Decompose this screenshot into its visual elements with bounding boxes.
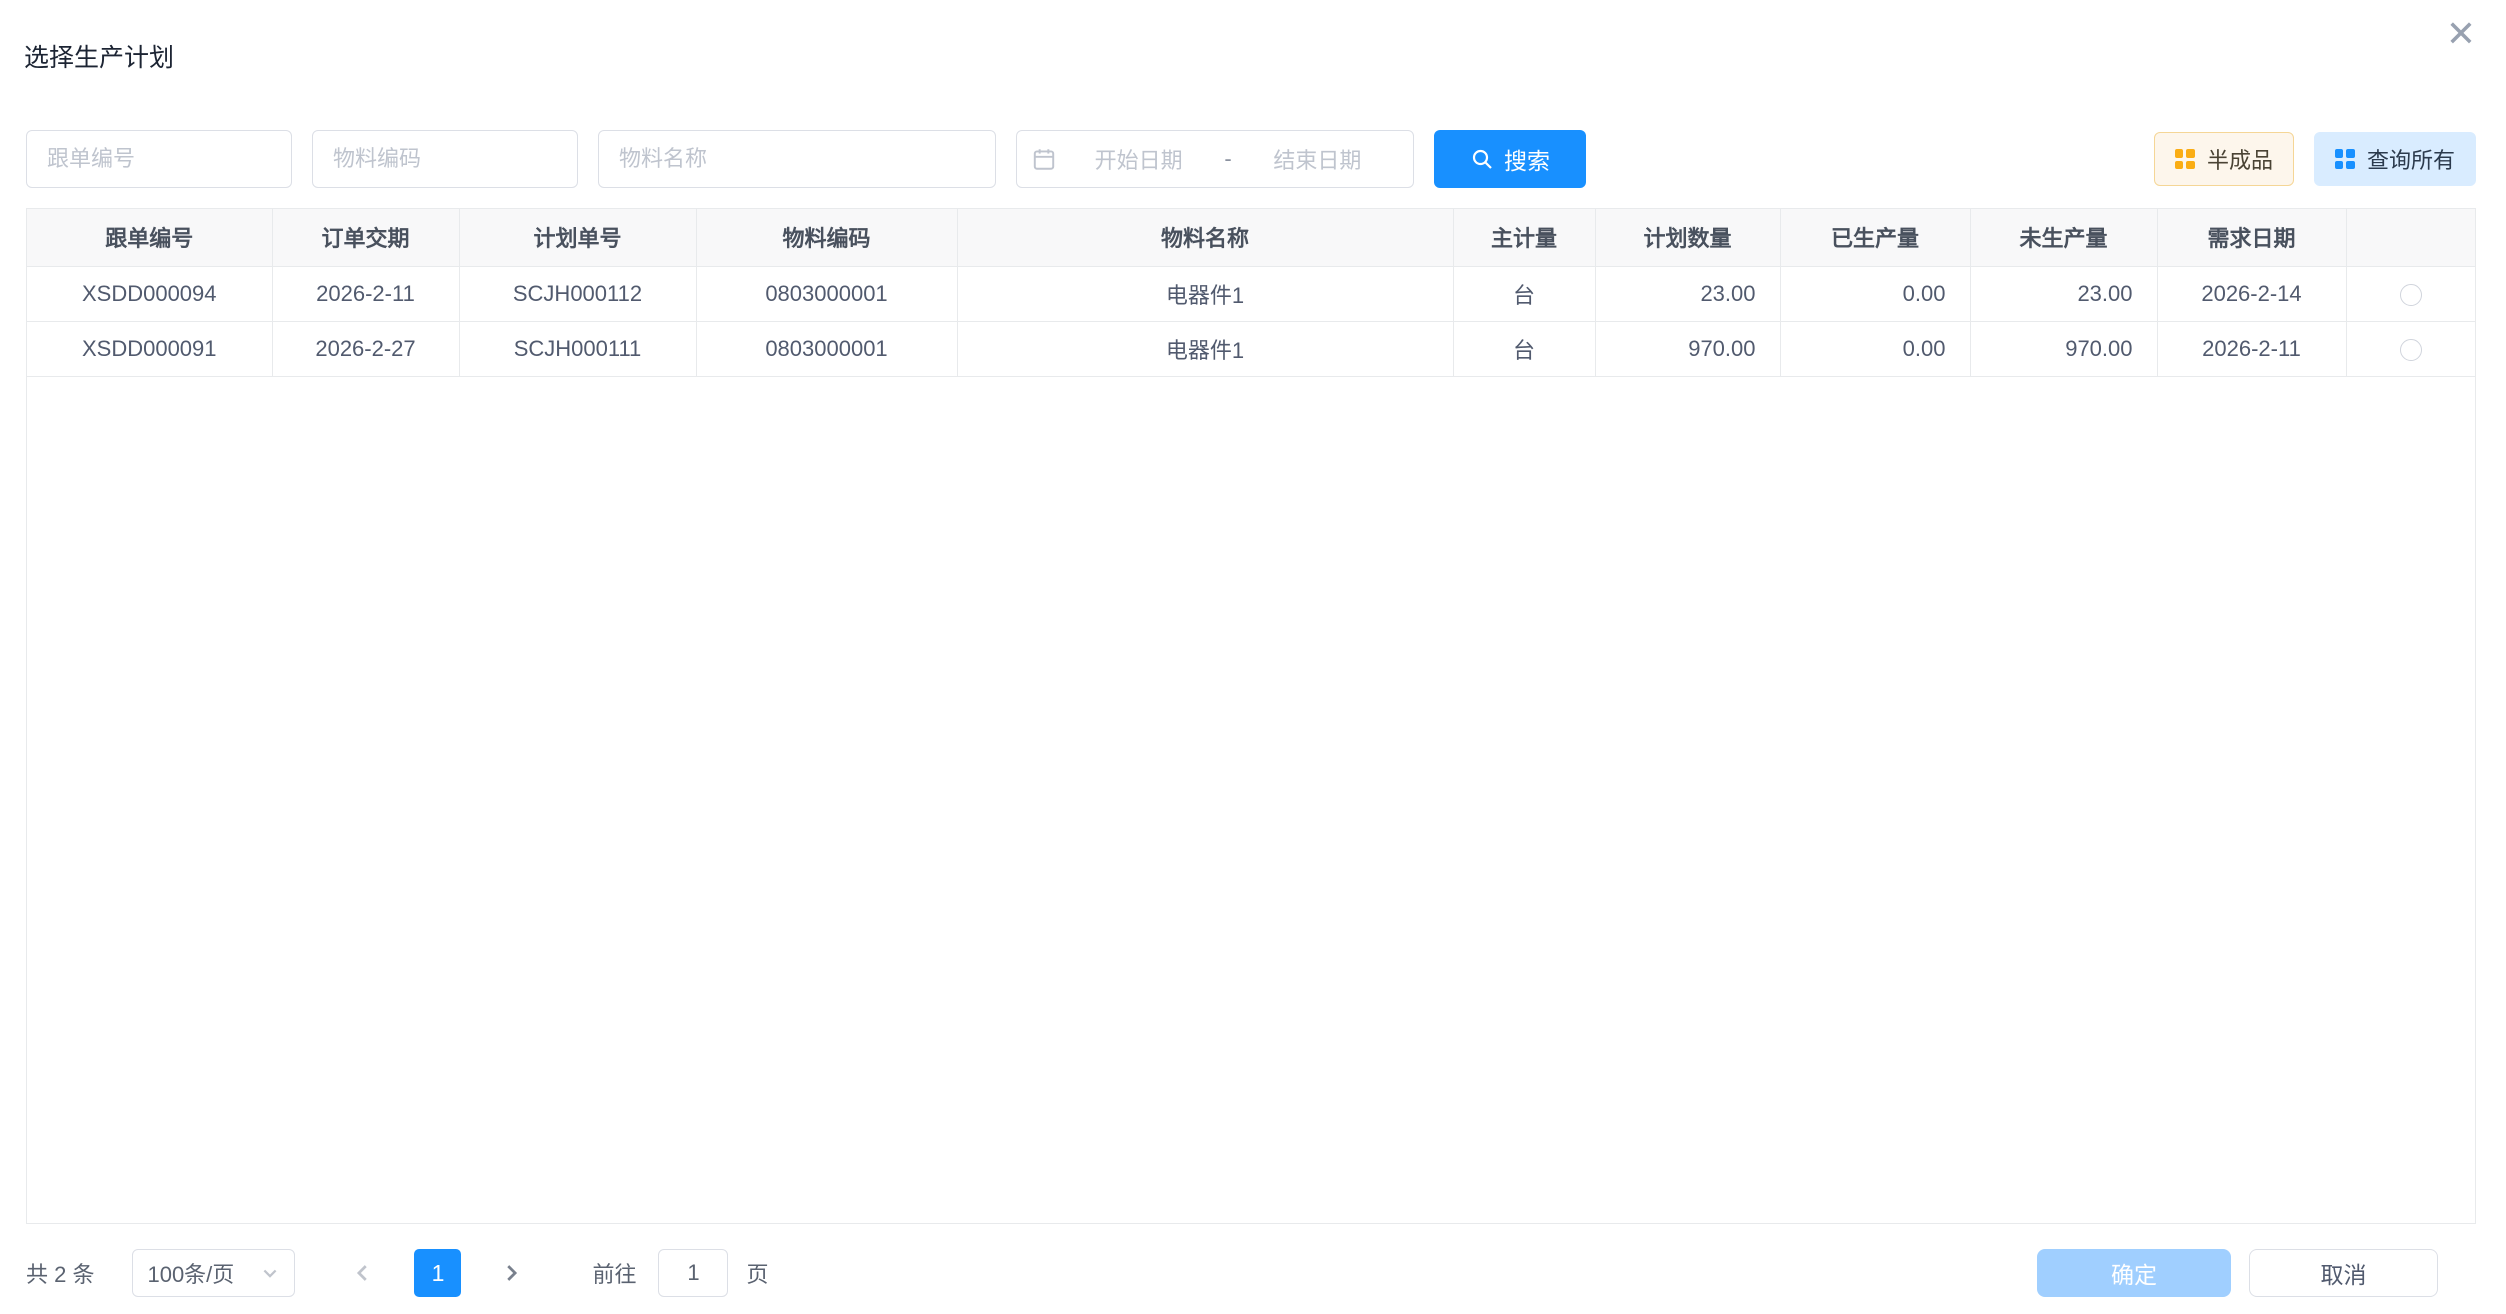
cell-order-no: XSDD000091 [27, 321, 272, 376]
col-header-delivery-date: 订单交期 [272, 209, 459, 266]
page-unit-label: 页 [746, 1257, 768, 1289]
search-icon [1470, 147, 1494, 171]
cell-unit: 台 [1453, 266, 1595, 321]
calendar-icon [1031, 146, 1057, 172]
page-size-select[interactable]: 100条/页 [132, 1249, 295, 1297]
production-plan-table: 跟单编号 订单交期 计划单号 物料编码 物料名称 主计量 计划数量 已生产量 未… [26, 208, 2476, 1224]
cell-material-code: 0803000001 [696, 266, 957, 321]
chevron-left-icon [352, 1262, 374, 1284]
col-header-plan-qty: 计划数量 [1595, 209, 1780, 266]
close-icon[interactable]: ✕ [2446, 16, 2476, 52]
query-all-label: 查询所有 [2367, 143, 2455, 175]
cell-unproduced-qty: 970.00 [1970, 321, 2157, 376]
cell-delivery-date: 2026-2-11 [272, 266, 459, 321]
prev-page-button[interactable] [339, 1249, 386, 1297]
cell-demand-date: 2026-2-14 [2157, 266, 2346, 321]
grid-icon [2335, 149, 2355, 169]
row-select-radio[interactable] [2400, 284, 2422, 306]
cell-order-no: XSDD000094 [27, 266, 272, 321]
chevron-down-icon [260, 1263, 280, 1283]
cell-produced-qty: 0.00 [1780, 321, 1970, 376]
material-code-input[interactable] [312, 130, 578, 188]
material-name-input[interactable] [598, 130, 996, 188]
dialog-footer: 共 2 条 100条/页 1 前往 [26, 1244, 2476, 1302]
cancel-button[interactable]: 取消 [2249, 1249, 2438, 1297]
semi-finished-label: 半成品 [2207, 143, 2273, 175]
cell-plan-qty: 23.00 [1595, 266, 1780, 321]
cell-unproduced-qty: 23.00 [1970, 266, 2157, 321]
order-no-input[interactable] [26, 130, 292, 188]
col-header-demand-date: 需求日期 [2157, 209, 2346, 266]
search-button[interactable]: 搜索 [1434, 130, 1586, 188]
row-select-radio[interactable] [2400, 339, 2422, 361]
cell-produced-qty: 0.00 [1780, 266, 1970, 321]
page-size-value: 100条/页 [147, 1257, 234, 1289]
col-header-unproduced-qty: 未生产量 [1970, 209, 2157, 266]
table-row[interactable]: XSDD000091 2026-2-27 SCJH000111 08030000… [27, 321, 2475, 376]
date-end-placeholder: 结束日期 [1236, 143, 1399, 175]
col-header-produced-qty: 已生产量 [1780, 209, 1970, 266]
semi-finished-button[interactable]: 半成品 [2154, 132, 2294, 186]
col-header-material-name: 物料名称 [957, 209, 1453, 266]
date-range-picker[interactable]: 开始日期 - 结束日期 [1016, 130, 1414, 188]
goto-label: 前往 [592, 1257, 636, 1289]
date-start-placeholder: 开始日期 [1057, 143, 1220, 175]
col-header-order-no: 跟单编号 [27, 209, 272, 266]
table-row[interactable]: XSDD000094 2026-2-11 SCJH000112 08030000… [27, 266, 2475, 321]
col-header-select [2346, 209, 2475, 266]
total-count-label: 共 2 条 [26, 1257, 94, 1289]
cell-unit: 台 [1453, 321, 1595, 376]
cell-material-code: 0803000001 [696, 321, 957, 376]
table-header-row: 跟单编号 订单交期 计划单号 物料编码 物料名称 主计量 计划数量 已生产量 未… [27, 209, 2475, 266]
goto-page-input[interactable] [658, 1249, 728, 1297]
confirm-button[interactable]: 确定 [2037, 1249, 2231, 1297]
cell-plan-no: SCJH000111 [459, 321, 696, 376]
cell-material-name: 电器件1 [957, 321, 1453, 376]
chevron-right-icon [500, 1262, 522, 1284]
col-header-unit: 主计量 [1453, 209, 1595, 266]
cell-plan-no: SCJH000112 [459, 266, 696, 321]
select-production-plan-dialog: 选择生产计划 ✕ 开始日期 - 结束日期 [0, 0, 2506, 1314]
col-header-plan-no: 计划单号 [459, 209, 696, 266]
col-header-material-code: 物料编码 [696, 209, 957, 266]
next-page-button[interactable] [487, 1249, 534, 1297]
page-number-1[interactable]: 1 [414, 1249, 461, 1297]
cell-plan-qty: 970.00 [1595, 321, 1780, 376]
dialog-title: 选择生产计划 [24, 38, 174, 74]
cell-demand-date: 2026-2-11 [2157, 321, 2346, 376]
cell-delivery-date: 2026-2-27 [272, 321, 459, 376]
query-all-button[interactable]: 查询所有 [2314, 132, 2476, 186]
date-separator: - [1220, 146, 1235, 172]
search-button-label: 搜索 [1504, 142, 1550, 176]
cell-material-name: 电器件1 [957, 266, 1453, 321]
grid-icon [2175, 149, 2195, 169]
filter-bar: 开始日期 - 结束日期 搜索 半成品 查询所有 [26, 130, 2476, 188]
